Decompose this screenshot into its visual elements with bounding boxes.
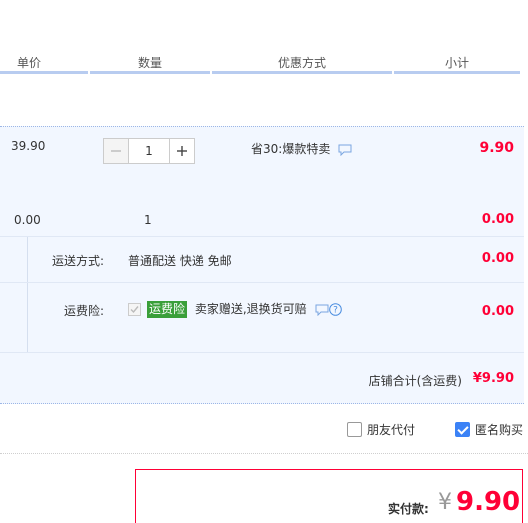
insurance-row: 运费险: 运费险 卖家赠送,退换货可赔 ? 0.00 <box>0 282 524 352</box>
minus-icon <box>111 150 121 152</box>
increase-quantity-button[interactable] <box>169 138 195 164</box>
checkbox-icon <box>128 303 141 316</box>
payment-label: 实付款: <box>388 502 429 516</box>
decrease-quantity-button[interactable] <box>103 138 129 164</box>
item-subtotal: 9.90 <box>479 140 514 156</box>
row-divider <box>27 283 28 352</box>
extra-item-quantity: 1 <box>144 213 152 227</box>
anonymous-option[interactable]: 匿名购买 <box>455 421 523 438</box>
header-underline <box>90 71 210 74</box>
col-header-subtotal: 小计 <box>444 56 469 70</box>
col-header-qty: 数量 <box>137 56 162 70</box>
shipping-row: 运送方式: 普通配送 快递 免邮 0.00 <box>0 236 524 282</box>
quantity-stepper[interactable]: 1 <box>103 138 195 164</box>
svg-text:?: ? <box>333 306 338 316</box>
cart-header: 单价 数量 优惠方式 小计 <box>0 0 528 76</box>
insurance-amount: 0.00 <box>481 304 514 319</box>
insurance-text: 卖家赠送,退换货可赔 <box>194 302 307 316</box>
chat-icon[interactable] <box>315 304 329 316</box>
promo-text: 省30:爆款特卖 <box>251 142 331 156</box>
currency-symbol: ¥ <box>438 490 452 515</box>
order-item: 39.90 1 省30:爆款特卖 9.90 0.00 1 0.00 <box>0 126 524 236</box>
divider <box>0 453 528 454</box>
anonymous-label: 匿名购买 <box>475 423 524 437</box>
anonymous-checkbox[interactable] <box>455 422 470 437</box>
friend-pay-option[interactable]: 朋友代付 <box>347 421 415 438</box>
payment-amount: 9.90 <box>456 487 521 517</box>
shop-total-row: 店铺合计(含运费) ¥9.90 <box>0 352 524 404</box>
chat-icon[interactable] <box>338 144 352 156</box>
extra-item-price: 0.00 <box>14 213 41 227</box>
quantity-input[interactable]: 1 <box>129 138 169 164</box>
shop-total-amount: ¥9.90 <box>472 371 514 386</box>
col-header-promo: 优惠方式 <box>277 56 326 70</box>
item-price: 39.90 <box>11 139 46 153</box>
promo-info: 省30:爆款特卖 <box>251 140 352 157</box>
help-icon[interactable]: ? <box>328 303 342 316</box>
row-divider <box>27 237 28 282</box>
shipping-label: 运送方式: <box>52 254 105 268</box>
insurance-info: 运费险 卖家赠送,退换货可赔 ? <box>128 300 342 318</box>
plus-icon <box>177 146 187 156</box>
friend-pay-label: 朋友代付 <box>367 423 416 437</box>
insurance-tag: 运费险 <box>147 301 188 318</box>
col-header-price: 单价 <box>16 56 41 70</box>
header-underline <box>212 71 392 74</box>
extra-item-subtotal: 0.00 <box>481 212 514 227</box>
header-underline <box>394 71 520 74</box>
header-underline <box>0 71 88 74</box>
shop-total-label: 店铺合计(含运费) <box>368 374 462 388</box>
friend-pay-checkbox[interactable] <box>347 422 362 437</box>
shipping-method: 普通配送 快递 免邮 <box>128 254 232 268</box>
order-options: 朋友代付 匿名购买 <box>0 404 528 454</box>
insurance-label: 运费险: <box>64 304 105 318</box>
shipping-amount: 0.00 <box>481 251 514 266</box>
payment-summary: 实付款: ¥ 9.90 <box>135 469 523 523</box>
